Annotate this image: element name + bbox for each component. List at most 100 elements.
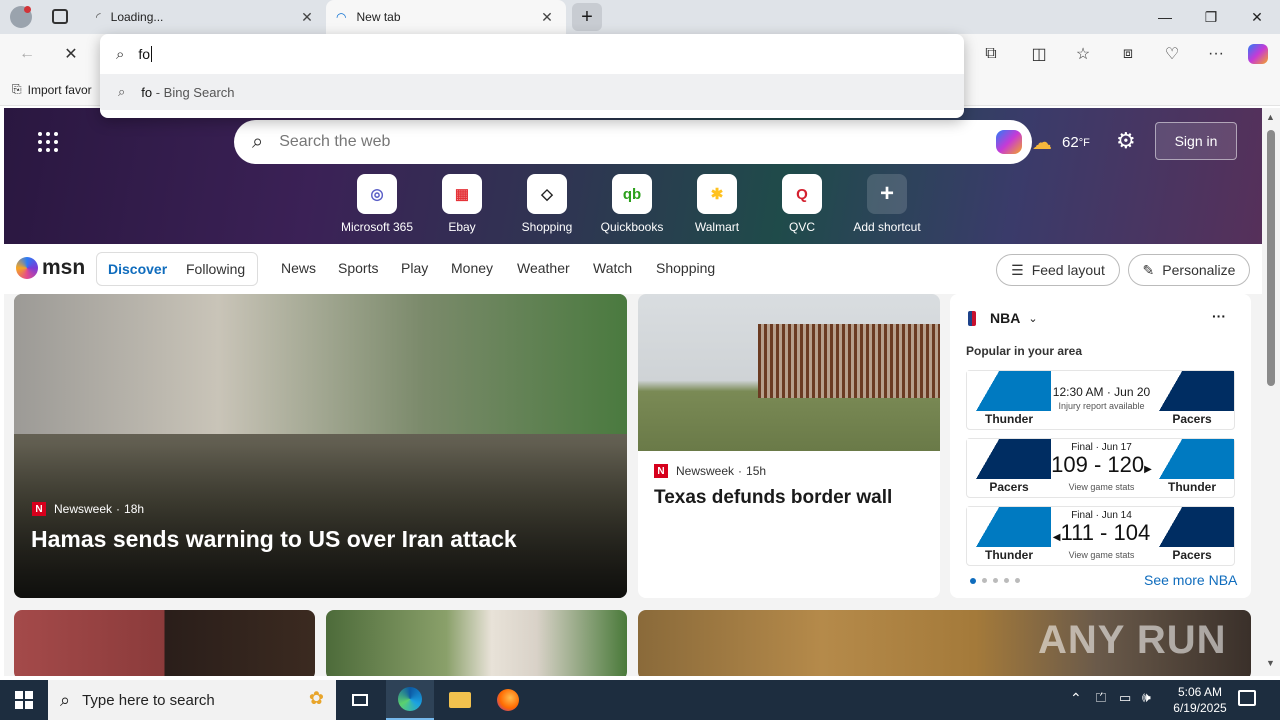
separator-dot: · [116, 502, 121, 516]
weather-widget[interactable]: ☁ 62 °F [1032, 130, 1090, 155]
shortcut-shopping[interactable]: ◇ Shopping [504, 174, 590, 234]
clock[interactable]: 5:06 AM 6/19/2025 [1166, 684, 1234, 716]
nav-play[interactable]: Play [401, 260, 428, 276]
nav-weather[interactable]: Weather [517, 260, 570, 276]
shortcut-add-shortcut[interactable]: + Add shortcut [844, 174, 930, 234]
story-card[interactable] [14, 610, 315, 676]
shortcut-qvc[interactable]: Q QVC [759, 174, 845, 234]
close-tab-icon[interactable]: ✕ [538, 9, 556, 26]
see-more-nba-link[interactable]: See more NBA [1144, 572, 1237, 588]
close-tab-icon[interactable]: ✕ [298, 9, 316, 26]
nav-sports[interactable]: Sports [338, 260, 378, 276]
show-hidden-icons[interactable]: ⌃ [1070, 690, 1082, 707]
web-search-input[interactable]: Search the web [279, 133, 390, 151]
section-subtitle: Popular in your area [966, 344, 1083, 358]
suggestion-item[interactable]: ⌕ fo - Bing Search [100, 74, 964, 110]
feed-layout-button[interactable]: ☰ Feed layout [996, 254, 1120, 286]
shortcut-label: Walmart [694, 220, 740, 234]
minimize-button[interactable]: — [1142, 0, 1188, 34]
newsweek-logo-icon: N [32, 502, 46, 516]
more-menu-icon[interactable]: ··· [1201, 40, 1231, 68]
story-card[interactable]: ANY RUN [638, 610, 1251, 676]
more-options-icon[interactable]: ··· [1212, 308, 1226, 324]
shortcut-quickbooks[interactable]: qb Quickbooks [589, 174, 675, 234]
web-search-box[interactable]: ⌕ Search the web [234, 120, 1032, 164]
page-scrollbar[interactable]: ▲ ▼ [1262, 108, 1280, 676]
browser-essentials-icon[interactable]: ♡ [1157, 40, 1187, 68]
watermark: ANY RUN [1038, 618, 1227, 662]
nav-news[interactable]: News [281, 260, 316, 276]
tab-loading[interactable]: ◜ Loading... ✕ [86, 0, 326, 34]
tab-following[interactable]: Following [186, 261, 245, 277]
team-name: Pacers [989, 480, 1029, 494]
collections-icon[interactable]: ⧈ [1113, 40, 1143, 68]
profile-icon[interactable] [10, 6, 32, 28]
sign-in-button[interactable]: Sign in [1155, 122, 1237, 160]
tab-new-tab[interactable]: ◠ New tab ✕ [326, 0, 566, 34]
address-bar[interactable]: ⌕ fo [100, 34, 964, 74]
network-icon[interactable]: ▭ [1119, 690, 1131, 706]
nav-watch[interactable]: Watch [593, 260, 632, 276]
task-view-icon[interactable] [336, 680, 384, 720]
import-favorites-button[interactable]: ⎘ Import favor [12, 82, 92, 97]
game-row[interactable]: Pacers Thunder Final · Jun 17 109 - 120▶ Vie… [966, 438, 1235, 498]
nba-scores-card: NBA ⌄ ··· Popular in your area Thunder Pa… [950, 294, 1251, 598]
view-game-stats-link[interactable]: View game stats [1051, 550, 1152, 560]
story-card[interactable] [326, 610, 627, 676]
chevron-down-icon: ⌄ [1028, 312, 1038, 325]
winner-arrow-icon: ▶ [1144, 464, 1152, 475]
file-explorer-icon[interactable] [436, 680, 484, 720]
nav-shopping[interactable]: Shopping [656, 260, 715, 276]
nba-league-selector[interactable]: NBA ⌄ [968, 310, 1038, 326]
story-age: 15h [746, 464, 767, 478]
start-button[interactable] [0, 680, 48, 720]
edge-taskbar-icon[interactable] [386, 680, 434, 720]
volume-icon[interactable]: 🕪 [1142, 689, 1151, 706]
story-card[interactable]: N Newsweek · 15h Texas defunds border wa… [638, 294, 940, 598]
notifications-icon[interactable] [1238, 690, 1256, 706]
tab-actions-icon[interactable] [52, 9, 68, 24]
nav-money[interactable]: Money [451, 260, 493, 276]
apps-launcher-icon[interactable] [38, 132, 58, 152]
search-icon: ⌕ [252, 130, 264, 153]
restore-button[interactable]: ❐ [1188, 0, 1234, 34]
tab-discover[interactable]: Discover [108, 261, 167, 277]
stop-loading-icon[interactable]: ✕ [56, 40, 86, 68]
favorites-icon[interactable]: ☆ [1068, 40, 1098, 68]
flowers-icon: ✿ [308, 688, 324, 708]
story-image [14, 294, 627, 434]
new-tab-button[interactable]: + [572, 3, 602, 31]
scroll-down-icon[interactable]: ▼ [1266, 658, 1275, 668]
copilot-search-icon[interactable] [996, 130, 1022, 154]
taskbar-search[interactable]: ⌕ Type here to search ✿ [48, 680, 336, 720]
copilot-icon[interactable] [1243, 40, 1273, 68]
split-screen-icon[interactable]: ◫ [1024, 40, 1054, 68]
firefox-icon[interactable] [484, 680, 532, 720]
shortcut-ebay[interactable]: ▦ Ebay [419, 174, 505, 234]
injury-report-link[interactable]: Injury report available [1051, 401, 1152, 411]
msn-logo[interactable]: msn [16, 256, 85, 280]
carousel-dots[interactable] [970, 578, 1020, 584]
shortcut-microsoft-365[interactable]: ◎ Microsoft 365 [334, 174, 420, 234]
back-icon[interactable]: ← [12, 40, 42, 68]
game-row[interactable]: Thunder Pacers 12:30 AM · Jun 20 Injury rep… [966, 370, 1235, 430]
team-name: Pacers [1172, 412, 1212, 426]
story-headline[interactable]: Hamas sends warning to US over Iran atta… [31, 526, 517, 553]
scroll-thumb[interactable] [1267, 130, 1275, 386]
address-input[interactable]: fo [138, 46, 153, 62]
close-window-button[interactable]: ✕ [1234, 0, 1280, 34]
shortcut-walmart[interactable]: ✱ Walmart [674, 174, 760, 234]
top-story-card[interactable]: N Newsweek · 18h Hamas sends warning to … [14, 294, 627, 598]
personalize-button[interactable]: ✎ Personalize [1128, 254, 1250, 286]
view-game-stats-link[interactable]: View game stats [1051, 482, 1152, 492]
walmart-icon: ✱ [697, 174, 737, 214]
game-row[interactable]: Thunder Pacers Final · Jun 14 ◀111 - 104 Vie… [966, 506, 1235, 566]
tray-device-icon[interactable]: ⏍ [1096, 690, 1106, 706]
team-logo-icon [1150, 371, 1234, 411]
story-headline[interactable]: Texas defunds border wall [654, 487, 892, 509]
scroll-up-icon[interactable]: ▲ [1266, 112, 1275, 122]
game-score: 109 - 120 [1051, 452, 1145, 477]
settings-icon[interactable]: ⚙ [1116, 128, 1136, 154]
extensions-icon[interactable]: ⧉ [976, 40, 1006, 68]
newsweek-logo-icon: N [654, 464, 668, 478]
